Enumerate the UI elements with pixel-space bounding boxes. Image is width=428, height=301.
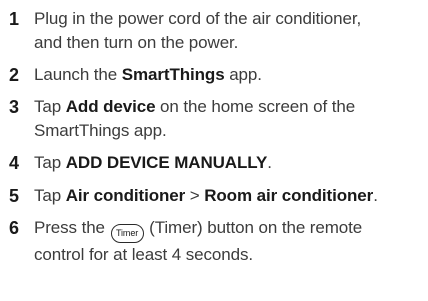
menu-separator: > <box>185 186 205 205</box>
step-text-segment: . <box>373 186 378 205</box>
step-text: Press the Timer (Timer) button on the re… <box>34 216 426 267</box>
timer-button-icon: Timer <box>110 224 144 243</box>
step-text-segment: Launch the <box>34 65 122 84</box>
step-text: Plug in the power cord of the air condit… <box>34 7 426 55</box>
step-text-line: Plug in the power cord of the air condit… <box>34 9 362 28</box>
ui-term: ADD DEVICE MANUALLY <box>65 153 268 172</box>
step-text-segment: app. <box>224 65 262 84</box>
ui-term: Air conditioner <box>65 186 186 205</box>
step-text: Tap ADD DEVICE MANUALLY. <box>34 151 426 175</box>
step-text-segment: Tap <box>34 186 66 205</box>
step-text-segment: Tap <box>34 97 66 116</box>
step-text-segment: (Timer) button on the remote <box>144 218 363 237</box>
step-number: 5 <box>9 186 20 206</box>
step-text: Tap Add device on the home screen of the… <box>34 95 426 143</box>
ui-term: Add device <box>65 97 156 116</box>
ui-term: Room air conditioner <box>204 186 374 205</box>
step-text-segment: . <box>267 153 272 172</box>
step-text-segment: Tap <box>34 153 66 172</box>
step-text-line: control for at least 4 seconds. <box>34 245 253 264</box>
step-text-segment: Press the <box>34 218 110 237</box>
app-name: SmartThings <box>121 65 225 84</box>
step-text: Launch the SmartThings app. <box>34 63 426 87</box>
step-number: 6 <box>9 218 20 238</box>
step-text-line: SmartThings app. <box>34 121 167 140</box>
step-number: 4 <box>9 153 20 173</box>
step-text-segment: on the home screen of the <box>155 97 356 116</box>
step-text-line: and then turn on the power. <box>34 33 239 52</box>
step-number: 3 <box>9 97 20 117</box>
step-number: 2 <box>9 65 20 85</box>
step-text: Tap Air conditioner > Room air condition… <box>34 184 426 208</box>
step-number: 1 <box>9 9 20 29</box>
